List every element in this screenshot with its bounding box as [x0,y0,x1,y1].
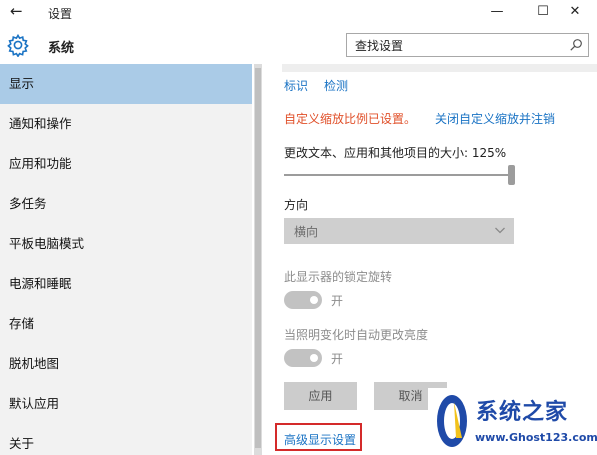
lock-rotation-toggle[interactable] [284,291,322,309]
sidebar-item-multitasking[interactable]: 多任务 [0,184,252,224]
orientation-value: 横向 [294,225,319,239]
toggle-knob [310,354,318,362]
minimize-button[interactable]: — [474,0,520,26]
size-slider-track[interactable] [284,174,510,176]
orientation-dropdown[interactable]: 横向 [284,218,514,244]
gear-icon [7,33,29,57]
orientation-label: 方向 [284,198,309,212]
advanced-display-settings-highlight[interactable]: 高级显示设置 [275,423,362,451]
sidebar-item-offline-maps[interactable]: 脱机地图 [0,344,252,384]
back-button[interactable]: ← [10,2,23,20]
sidebar-item-about[interactable]: 关于 [0,424,252,455]
auto-brightness-label: 当照明变化时自动更改亮度 [284,328,429,342]
sidebar-scrollbar-thumb[interactable] [255,68,261,448]
watermark-brand: 系统之家 [476,400,569,425]
sidebar-item-apps[interactable]: 应用和功能 [0,144,252,184]
advanced-display-settings-link[interactable]: 高级显示设置 [284,431,356,448]
sidebar-item-tablet-mode[interactable]: 平板电脑模式 [0,224,252,264]
search-icon[interactable] [569,38,583,52]
settings-header: 系统 [0,26,597,64]
window-title: 设置 [48,7,73,21]
watermark: 系统之家 www.Ghost123.com [428,388,597,455]
close-button[interactable]: ✕ [552,0,597,26]
brand-logo-icon [437,395,467,447]
chevron-down-icon [495,227,505,234]
watermark-url: www.Ghost123.com [475,431,597,444]
monitor-preview [282,64,597,72]
sidebar-item-storage[interactable]: 存储 [0,304,252,344]
sidebar: 显示 通知和操作 应用和功能 多任务 平板电脑模式 电源和睡眠 存储 脱机地图 … [0,64,252,455]
custom-scale-off-link[interactable]: 关闭自定义缩放并注销 [435,110,555,127]
size-label: 更改文本、应用和其他项目的大小: 125% [284,146,507,160]
sidebar-item-default-apps[interactable]: 默认应用 [0,384,252,424]
auto-brightness-toggle[interactable] [284,349,322,367]
detect-link[interactable]: 检测 [324,77,348,94]
toggle-knob [310,296,318,304]
search-box[interactable] [346,33,589,57]
identify-link[interactable]: 标识 [284,77,308,94]
auto-brightness-state: 开 [331,352,344,366]
sidebar-scrollbar[interactable] [254,64,262,455]
lock-rotation-label: 此显示器的锁定旋转 [284,270,393,284]
sidebar-item-power-sleep[interactable]: 电源和睡眠 [0,264,252,304]
custom-scale-warning: 自定义缩放比例已设置。 [284,112,417,126]
apply-button[interactable]: 应用 [284,382,357,410]
sidebar-item-notifications[interactable]: 通知和操作 [0,104,252,144]
page-title: 系统 [48,41,75,56]
title-bar: ← 设置 — ☐ ✕ [0,0,597,26]
search-input[interactable] [347,34,562,56]
size-slider-thumb[interactable] [508,165,515,185]
lock-rotation-state: 开 [331,294,344,308]
sidebar-item-display[interactable]: 显示 [0,64,252,104]
